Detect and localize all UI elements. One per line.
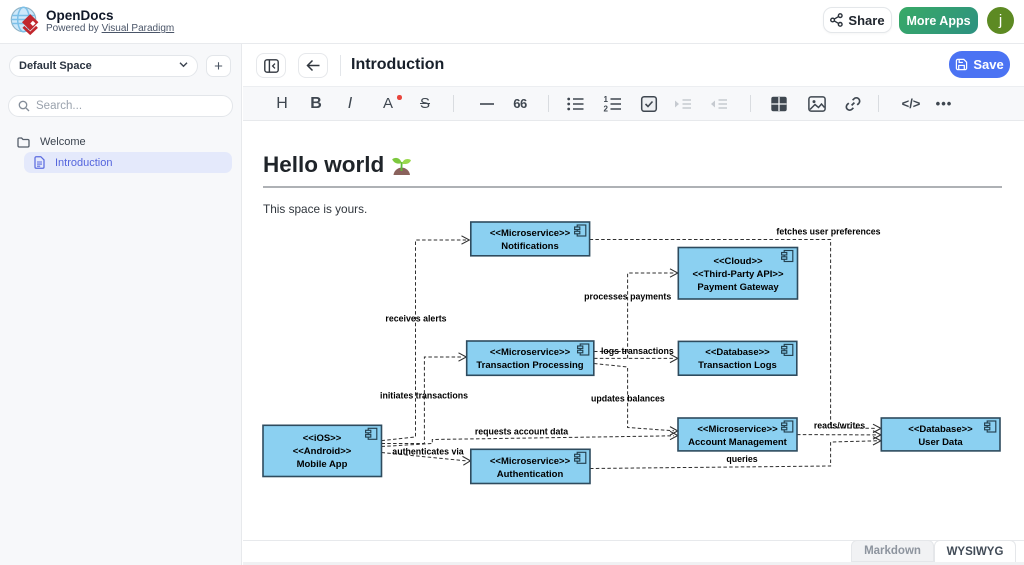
svg-text:User Data: User Data [918,437,963,448]
svg-text:fetches user preferences: fetches user preferences [776,227,880,237]
svg-text:<<iOS>>: <<iOS>> [303,433,342,444]
svg-text:Authentication: Authentication [497,469,564,480]
svg-text:<<Android>>: <<Android>> [293,446,352,457]
svg-text:<<Cloud>>: <<Cloud>> [713,256,763,267]
svg-text:receives alerts: receives alerts [385,314,446,324]
svg-text:Account Management: Account Management [688,437,788,448]
svg-text:authenticates via: authenticates via [392,447,463,457]
svg-text:<<Microservice>>: <<Microservice>> [697,424,778,435]
svg-text:<<Microservice>>: <<Microservice>> [490,228,571,239]
svg-text:processes payments: processes payments [584,292,671,302]
svg-text:<<Microservice>>: <<Microservice>> [490,347,571,358]
svg-text:<<Database>>: <<Database>> [908,424,973,435]
svg-text:Transaction Logs: Transaction Logs [698,360,777,371]
svg-text:1: 1 [604,95,609,104]
svg-text:requests account data: requests account data [475,427,568,437]
svg-text:initiates transactions: initiates transactions [380,391,468,401]
svg-text:<<Third-Party API>>: <<Third-Party API>> [693,269,784,280]
svg-text:<<Database>>: <<Database>> [705,347,770,358]
svg-text:updates balances: updates balances [591,394,665,404]
svg-text:queries: queries [726,454,757,464]
svg-text:Payment Gateway: Payment Gateway [697,282,779,293]
svg-text:logs transactions: logs transactions [601,346,674,356]
svg-text:Mobile App: Mobile App [297,459,348,470]
svg-text:Transaction Processing: Transaction Processing [476,360,583,371]
svg-text:Notifications: Notifications [501,241,559,252]
svg-text:reads/writes: reads/writes [814,421,865,431]
svg-text:2: 2 [604,104,609,113]
svg-text:<<Microservice>>: <<Microservice>> [490,456,571,467]
